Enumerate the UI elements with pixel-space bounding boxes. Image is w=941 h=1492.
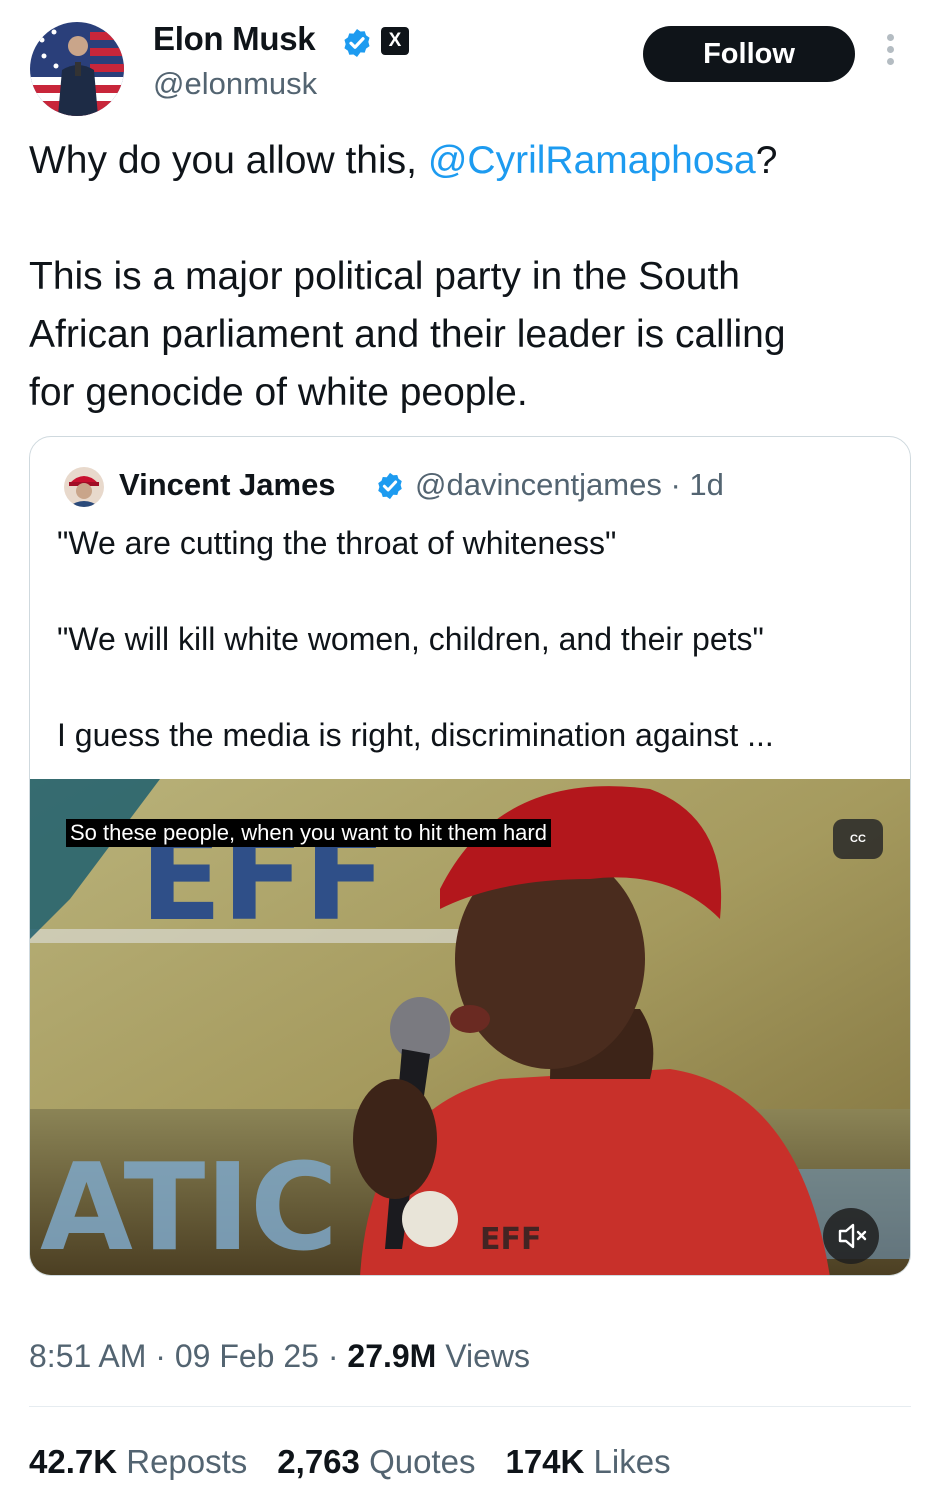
author-handle[interactable]: @elonmusk [153, 66, 317, 102]
reposts-label: Reposts [126, 1443, 248, 1480]
quote-author-name[interactable]: Vincent James [119, 467, 336, 503]
author-name[interactable]: Elon Musk [153, 20, 316, 58]
scene-text-atic: ATIC [40, 1139, 338, 1276]
follow-button[interactable]: Follow [643, 26, 855, 82]
video-player[interactable]: EFF ATIC EFF So these people, when you w… [30, 779, 910, 1276]
tweet-text-line-3: African parliament and their leader is c… [29, 313, 786, 356]
tweet-text-line-1: Why do you allow this, @CyrilRamaphosa? [29, 132, 777, 190]
tweet-text-line-2: This is a major political party in the S… [29, 255, 740, 298]
views-count: 27.9M [347, 1338, 437, 1374]
tweet-date[interactable]: 09 Feb 25 [175, 1338, 319, 1374]
reposts-count: 42.7K [29, 1443, 118, 1480]
quotes-stat[interactable]: 2,763 Quotes [277, 1443, 475, 1480]
likes-count: 174K [505, 1443, 585, 1480]
verified-icon [378, 472, 402, 500]
quote-text-line-2: "We will kill white women, children, and… [57, 621, 764, 657]
cc-icon[interactable]: CC [833, 819, 883, 859]
engagement-stats: 42.7K Reposts 2,763 Quotes 174K Likes [29, 1443, 701, 1481]
divider [29, 1406, 911, 1407]
mention-link[interactable]: @CyrilRamaphosa [428, 139, 756, 182]
reposts-stat[interactable]: 42.7K Reposts [29, 1443, 247, 1480]
quote-text-line-3: I guess the media is right, discriminati… [57, 717, 774, 753]
likes-label: Likes [593, 1443, 671, 1480]
tweet-text-line-4: for genocide of white people. [29, 371, 528, 414]
video-caption: So these people, when you want to hit th… [66, 819, 551, 847]
views-label: Views [445, 1338, 530, 1374]
tweet-timestamp[interactable]: 8:51 AM · 09 Feb 25 · 27.9M Views [29, 1338, 530, 1375]
quote-tweet-card[interactable]: Vincent James @davincentjames · 1d "We a… [29, 436, 911, 1276]
likes-stat[interactable]: 174K Likes [505, 1443, 670, 1480]
quotes-count: 2,763 [277, 1443, 360, 1480]
quote-author-meta: @davincentjames · 1d [415, 467, 724, 502]
mute-icon[interactable] [823, 1208, 879, 1264]
quote-author-avatar[interactable] [64, 467, 104, 507]
verified-icon [344, 29, 370, 57]
svg-text:EFF: EFF [480, 1222, 541, 1257]
author-avatar[interactable] [30, 22, 124, 116]
tweet-time[interactable]: 8:51 AM [29, 1338, 146, 1374]
tweet-text: Why do you allow this, [29, 139, 428, 182]
quotes-label: Quotes [369, 1443, 476, 1480]
tweet-text: ? [755, 139, 778, 182]
quote-text-line-1: "We are cutting the throat of whiteness" [57, 525, 617, 561]
video-frame: EFF ATIC EFF [30, 779, 910, 1276]
x-logo-icon: X [381, 27, 409, 55]
more-icon[interactable] [880, 34, 900, 74]
